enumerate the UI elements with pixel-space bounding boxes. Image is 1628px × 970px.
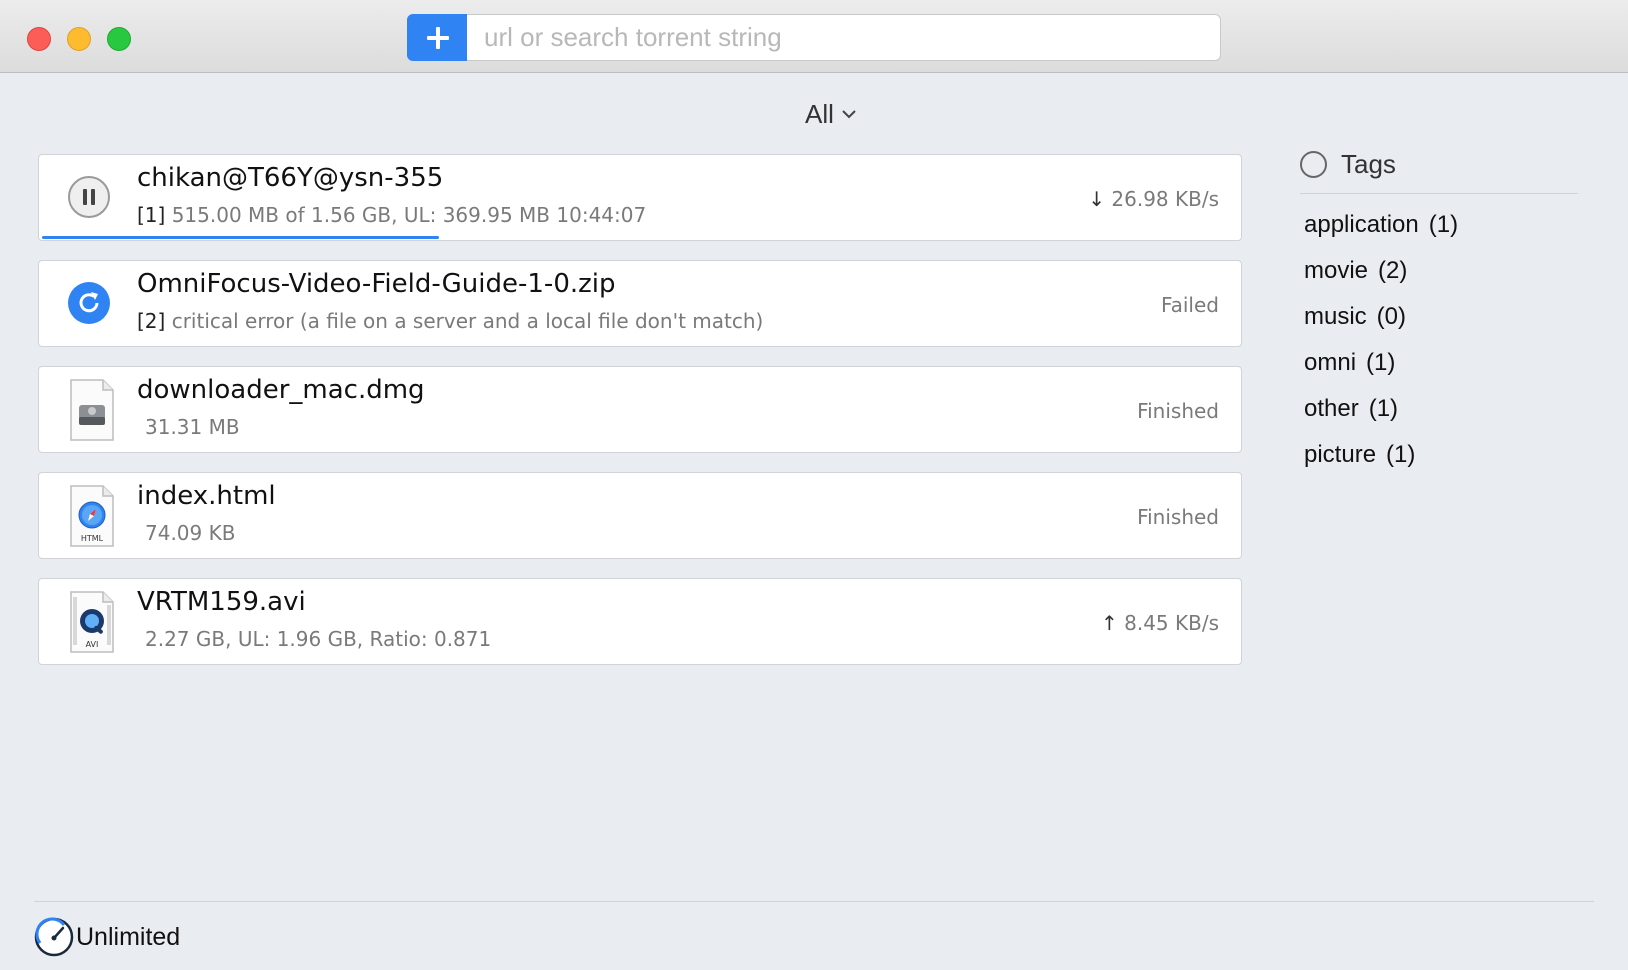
download-info: 31.31 MB [145, 415, 240, 439]
tags-title: Tags [1341, 149, 1396, 179]
tag-name: application [1304, 211, 1419, 238]
upload-speed: 8.45 KB/s [1124, 611, 1219, 635]
title-bar [0, 0, 1628, 73]
tags-toggle-icon[interactable] [1300, 151, 1327, 178]
speed-limit-label: Unlimited [76, 922, 181, 951]
close-window-button[interactable] [27, 27, 51, 51]
tag-item-movie[interactable]: movie (2) [1300, 248, 1578, 294]
download-status: Failed [1160, 293, 1219, 317]
file-icon-label: AVI [86, 640, 99, 649]
tag-item-other[interactable]: other (1) [1300, 386, 1578, 432]
retry-icon[interactable] [67, 281, 111, 325]
tag-count: (1) [1386, 441, 1416, 468]
download-row[interactable]: AVI VRTM159.avi 2.27 GB, UL: 1.96 GB, Ra… [38, 578, 1242, 665]
download-status: Finished [1137, 505, 1219, 529]
download-status: ↓ 26.98 KB/s [1088, 187, 1219, 211]
download-name: chikan@T66Y@ysn-355 [137, 163, 444, 193]
download-name: OmniFocus-Video-Field-Guide-1-0.zip [137, 269, 616, 299]
avi-file-icon: AVI [70, 591, 114, 653]
tag-count: (2) [1378, 257, 1408, 284]
download-details: [1] 515.00 MB of 1.56 GB, UL: 369.95 MB … [137, 203, 646, 227]
download-row[interactable]: chikan@T66Y@ysn-355 [1] 515.00 MB of 1.5… [38, 154, 1242, 241]
tags-header[interactable]: Tags [1300, 144, 1578, 194]
pause-icon[interactable] [67, 175, 111, 219]
download-speed: 26.98 KB/s [1111, 187, 1219, 211]
filter-selected-label: All [805, 98, 834, 129]
add-torrent-button[interactable] [407, 14, 468, 61]
chevron-down-icon [842, 110, 856, 119]
download-row[interactable]: OmniFocus-Video-Field-Guide-1-0.zip [2] … [38, 260, 1242, 347]
download-name: VRTM159.avi [137, 587, 306, 617]
download-progress-bar [42, 236, 439, 239]
tag-item-application[interactable]: application (1) [1300, 202, 1578, 248]
tag-name: picture [1304, 441, 1377, 468]
download-status: Finished [1137, 399, 1219, 423]
plus-icon [426, 26, 449, 49]
download-arrow-icon: ↓ [1088, 187, 1106, 211]
download-info: 2.27 GB, UL: 1.96 GB, Ratio: 0.871 [145, 627, 492, 651]
download-row[interactable]: downloader_mac.dmg 31.31 MB Finished [38, 366, 1242, 453]
download-row[interactable]: HTML index.html 74.09 KB Finished [38, 472, 1242, 559]
tag-item-music[interactable]: music (0) [1300, 294, 1578, 340]
search-input[interactable] [467, 14, 1221, 61]
download-index: [1] [137, 203, 166, 227]
tag-name: other [1304, 395, 1359, 422]
zoom-window-button[interactable] [107, 27, 131, 51]
download-name: index.html [137, 481, 276, 511]
disk-image-file-icon [70, 379, 114, 441]
download-info: 515.00 MB of 1.56 GB, UL: 369.95 MB 10:4… [171, 203, 647, 227]
tag-count: (0) [1376, 303, 1407, 330]
speedometer-icon [34, 917, 74, 957]
download-details: 74.09 KB [137, 521, 235, 545]
footer-divider [34, 901, 1594, 902]
download-details: 2.27 GB, UL: 1.96 GB, Ratio: 0.871 [137, 627, 491, 651]
download-details: 31.31 MB [137, 415, 240, 439]
tags-panel: Tags application (1) movie (2) music (0) om… [1300, 144, 1578, 478]
tag-name: music [1304, 303, 1367, 330]
tag-count: (1) [1368, 395, 1399, 422]
tag-name: movie [1304, 257, 1369, 284]
speed-limit-button[interactable]: Unlimited [34, 916, 180, 958]
download-status: ↑ 8.45 KB/s [1101, 611, 1219, 635]
tag-item-picture[interactable]: picture (1) [1300, 432, 1578, 478]
minimize-window-button[interactable] [67, 27, 91, 51]
download-list: chikan@T66Y@ysn-355 [1] 515.00 MB of 1.5… [38, 154, 1242, 684]
tag-item-omni[interactable]: omni (1) [1300, 340, 1578, 386]
tag-name: omni [1304, 349, 1357, 376]
tag-count: (1) [1428, 211, 1459, 238]
download-info: critical error (a file on a server and a… [171, 309, 764, 333]
download-info: 74.09 KB [145, 521, 236, 545]
download-name: downloader_mac.dmg [137, 375, 425, 405]
html-file-icon: HTML [70, 485, 114, 547]
tag-count: (1) [1366, 349, 1396, 376]
download-index: [2] [137, 309, 166, 333]
file-icon-label: HTML [81, 534, 104, 543]
filter-dropdown[interactable]: All [805, 96, 856, 132]
download-details: [2] critical error (a file on a server a… [137, 309, 763, 333]
upload-arrow-icon: ↑ [1100, 611, 1118, 635]
